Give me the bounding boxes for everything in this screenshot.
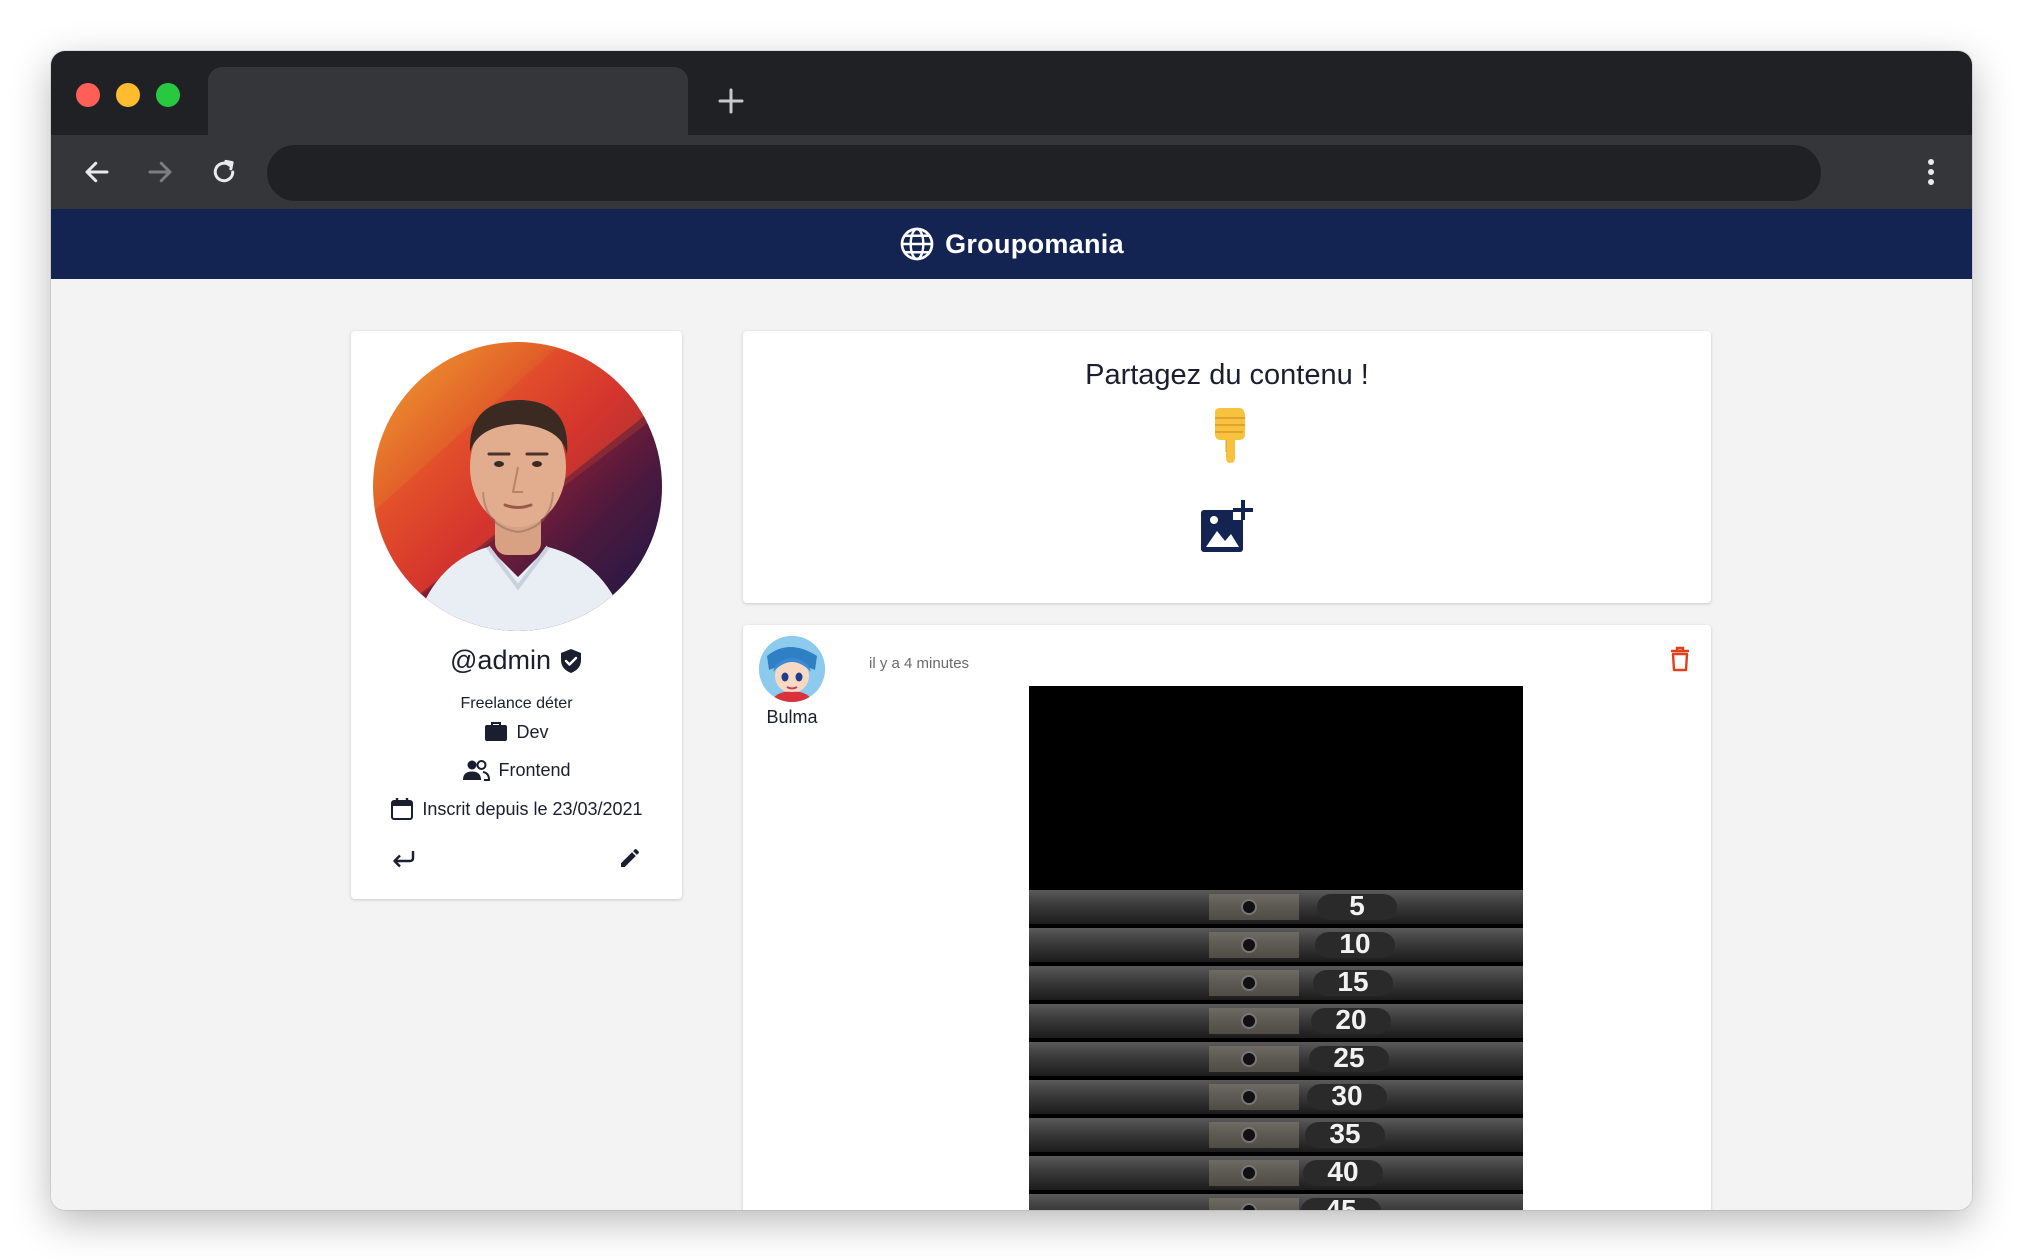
profile-bio: Freelance déter [460,695,573,712]
profile-job: Dev [516,721,549,742]
profile-department: Frontend [498,759,571,780]
more-vertical-icon [1928,159,1934,185]
profile-department-row: Frontend [351,759,682,781]
profile-photo-image [373,342,662,631]
plate-pin-hole [1241,937,1257,953]
post-image[interactable]: 5 10 15 20 25 30 35 40 45 [1029,686,1523,1210]
plate-number-label: 40 [1327,1156,1358,1187]
back-button[interactable] [77,152,117,192]
reload-button[interactable] [204,152,244,192]
arrow-left-icon [85,161,109,183]
plate-pin-hole [1241,899,1257,915]
plate-pin-hole [1241,975,1257,991]
edit-pencil-icon[interactable] [618,846,642,870]
add-photo-icon [1201,500,1253,552]
plate-pin-hole [1241,1127,1257,1143]
plate-pin-hole [1241,1089,1257,1105]
main-content: @admin Freelance déter Dev Frontend Insc… [51,279,1972,1210]
plate-number-label: 45 [1325,1194,1356,1210]
brand-logo[interactable]: Groupomania [899,226,1124,262]
profile-card: @admin Freelance déter Dev Frontend Insc… [351,331,682,899]
profile-avatar[interactable] [373,342,662,631]
pointing-down-emoji-icon [1215,408,1245,463]
arrow-right-icon [148,161,172,183]
profile-actions [391,843,642,873]
calendar-icon [391,798,414,820]
plate-number-label: 20 [1335,1004,1366,1035]
address-bar[interactable] [267,145,1821,201]
post-card: Bulma il y a 4 minutes 5 10 15 20 25 30 … [743,625,1711,1210]
profile-date-row: Inscrit depuis le 23/03/2021 [351,797,682,821]
reload-icon [213,159,235,183]
username-row: @admin [351,645,682,676]
verified-shield-icon [560,648,581,673]
profile-job-row: Dev [351,721,682,743]
profile-member-since: Inscrit depuis le 23/03/2021 [422,798,643,819]
share-title: Partagez du contenu ! [1085,359,1369,391]
brand-name: Groupomania [945,228,1124,259]
plate-pin-hole [1241,1013,1257,1029]
plate-pin-hole [1241,1165,1257,1181]
minimize-window-button[interactable] [116,83,140,107]
browser-tab[interactable] [208,67,688,135]
share-card: Partagez du contenu ! [743,331,1711,603]
plate-number-label: 15 [1337,966,1368,997]
plus-icon [718,88,744,114]
new-tab-button[interactable] [715,85,747,117]
weight-stack-image: 5 10 15 20 25 30 35 40 45 [1029,686,1523,1210]
weight-plates: 5 10 15 20 25 30 35 40 45 [1029,890,1523,1210]
maximize-window-button[interactable] [156,83,180,107]
plate-number-label: 5 [1349,890,1365,921]
trash-icon [1671,646,1689,672]
plate-pin-hole [1241,1203,1257,1210]
tab-strip [51,51,1972,135]
browser-window: Groupomania @admin Freelance déter Dev F… [51,51,1972,1210]
profile-username: @admin [450,645,551,675]
logout-return-icon[interactable] [391,847,417,869]
bulma-avatar-image [759,636,825,702]
plate-number-label: 25 [1333,1042,1364,1073]
browser-menu-button[interactable] [1911,152,1951,192]
briefcase-icon [485,722,508,741]
delete-post-button[interactable] [1667,645,1693,673]
browser-toolbar [51,135,1972,209]
close-window-button[interactable] [76,83,100,107]
plate-number-label: 10 [1339,928,1370,959]
plate-number-label: 35 [1329,1118,1360,1149]
globe-icon [900,227,934,261]
post-timestamp: il y a 4 minutes [869,655,970,672]
add-photo-button[interactable] [1199,498,1255,554]
forward-button[interactable] [140,152,180,192]
plate-number-label: 30 [1331,1080,1362,1111]
post-author-avatar[interactable] [759,636,825,702]
people-icon [463,760,491,781]
app-header: Groupomania [51,209,1972,279]
post-author-name[interactable]: Bulma [743,707,841,728]
plate-pin-hole [1241,1051,1257,1067]
